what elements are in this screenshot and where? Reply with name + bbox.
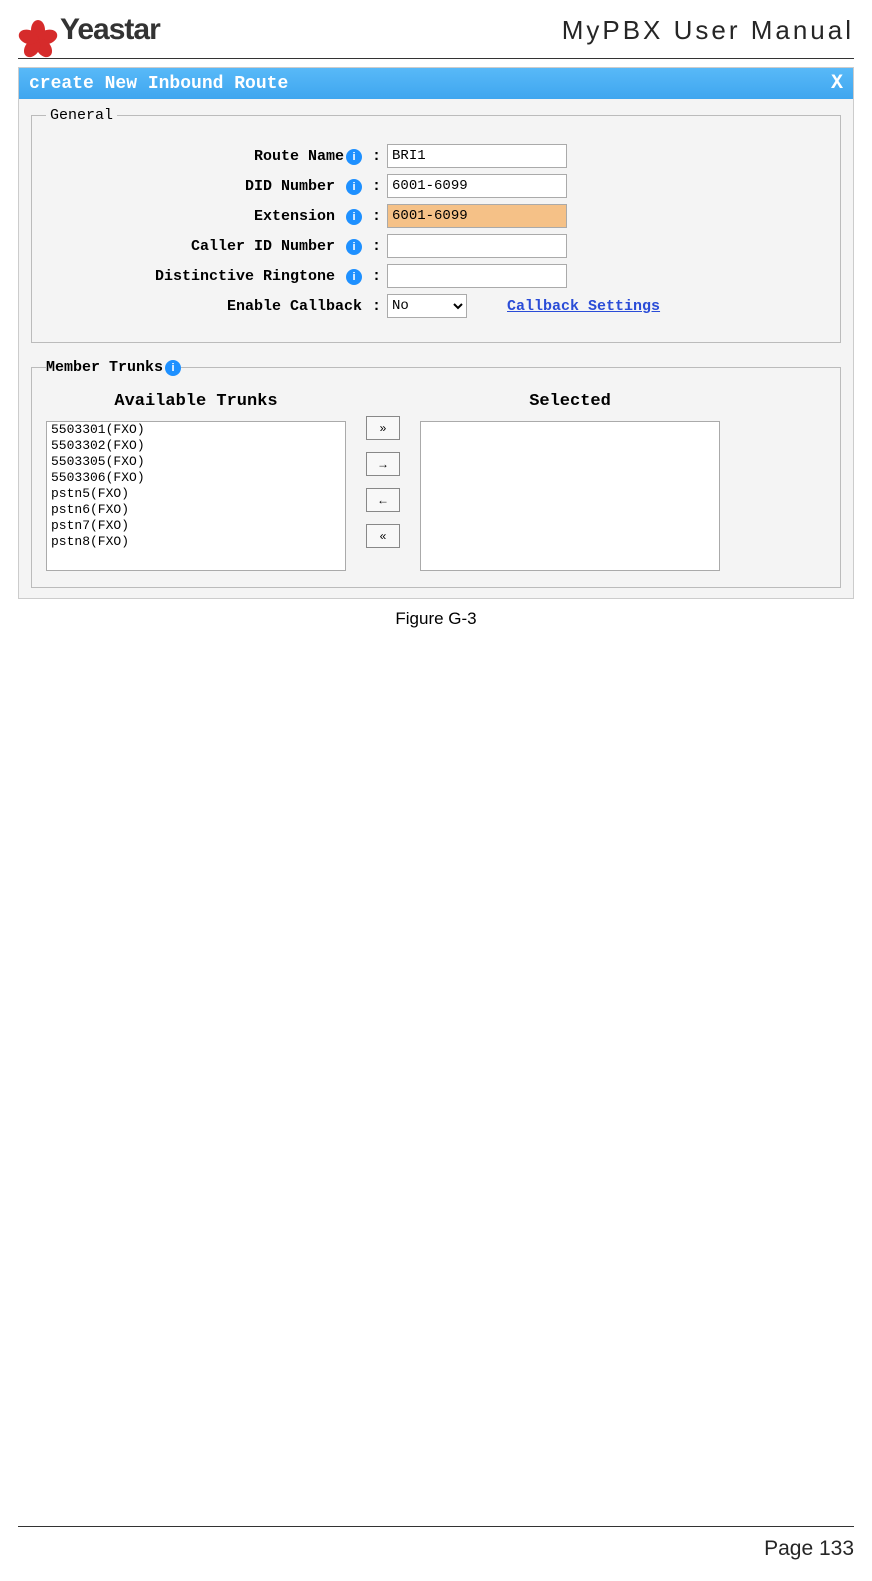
row-did-number: DID Number i :: [46, 174, 826, 198]
page-footer: Page 133: [18, 1526, 854, 1561]
footer-divider: [18, 1526, 854, 1527]
list-item[interactable]: pstn7(FXO): [47, 518, 345, 534]
select-enable-callback[interactable]: No: [387, 294, 467, 318]
header-divider: [18, 58, 854, 59]
label-extension: Extension: [254, 208, 335, 225]
row-caller-id: Caller ID Number i :: [46, 234, 826, 258]
selected-trunks-list[interactable]: [420, 421, 720, 571]
label-enable-callback: Enable Callback: [227, 298, 362, 315]
callback-settings-link[interactable]: Callback Settings: [507, 298, 660, 315]
selected-trunks-title: Selected: [420, 392, 720, 411]
info-icon[interactable]: i: [346, 149, 362, 165]
label-did-number: DID Number: [245, 178, 335, 195]
figure-caption: Figure G-3: [0, 609, 872, 629]
modal-titlebar: create New Inbound Route X: [19, 68, 853, 99]
general-fieldset: General Route Namei : DID Number i : Ext…: [31, 107, 841, 343]
list-item[interactable]: 5503302(FXO): [47, 438, 345, 454]
input-extension[interactable]: [387, 204, 567, 228]
page-header: Yeastar MyPBX User Manual: [0, 0, 872, 58]
row-enable-callback: Enable Callback : No Callback Settings: [46, 294, 826, 318]
flower-icon: [18, 10, 58, 50]
page-number: Page 133: [18, 1537, 854, 1561]
move-right-button[interactable]: →: [366, 452, 400, 476]
document-title: MyPBX User Manual: [562, 15, 854, 46]
modal-body: General Route Namei : DID Number i : Ext…: [19, 99, 853, 598]
input-did-number[interactable]: [387, 174, 567, 198]
member-trunks-legend: Member Trunksi: [46, 359, 181, 376]
label-caller-id: Caller ID Number: [191, 238, 335, 255]
selected-column: Selected: [420, 392, 720, 571]
info-icon[interactable]: i: [346, 239, 362, 255]
list-item[interactable]: pstn5(FXO): [47, 486, 345, 502]
brand-name: Yeastar: [60, 13, 160, 47]
general-legend: General: [46, 107, 117, 124]
available-trunks-title: Available Trunks: [46, 392, 346, 411]
available-column: Available Trunks 5503301(FXO)5503302(FXO…: [46, 392, 346, 571]
list-item[interactable]: pstn6(FXO): [47, 502, 345, 518]
list-item[interactable]: 5503306(FXO): [47, 470, 345, 486]
info-icon[interactable]: i: [346, 179, 362, 195]
input-route-name[interactable]: [387, 144, 567, 168]
label-route-name: Route Name: [254, 148, 344, 165]
move-left-button[interactable]: ←: [366, 488, 400, 512]
list-item[interactable]: 5503301(FXO): [47, 422, 345, 438]
row-extension: Extension i :: [46, 204, 826, 228]
info-icon[interactable]: i: [346, 209, 362, 225]
member-trunks-fieldset: Member Trunksi Available Trunks 5503301(…: [31, 359, 841, 588]
available-trunks-list[interactable]: 5503301(FXO)5503302(FXO)5503305(FXO)5503…: [46, 421, 346, 571]
move-buttons: » → ← «: [366, 416, 400, 548]
row-route-name: Route Namei :: [46, 144, 826, 168]
modal-title-text: create New Inbound Route: [29, 74, 288, 94]
info-icon[interactable]: i: [346, 269, 362, 285]
brand-logo: Yeastar: [18, 10, 160, 50]
move-all-right-button[interactable]: »: [366, 416, 400, 440]
figure-screenshot: create New Inbound Route X General Route…: [18, 67, 854, 599]
list-item[interactable]: 5503305(FXO): [47, 454, 345, 470]
move-all-left-button[interactable]: «: [366, 524, 400, 548]
list-item[interactable]: pstn8(FXO): [47, 534, 345, 550]
info-icon[interactable]: i: [165, 360, 181, 376]
label-ringtone: Distinctive Ringtone: [155, 268, 335, 285]
close-icon[interactable]: X: [831, 72, 843, 95]
row-ringtone: Distinctive Ringtone i :: [46, 264, 826, 288]
input-caller-id[interactable]: [387, 234, 567, 258]
input-ringtone[interactable]: [387, 264, 567, 288]
